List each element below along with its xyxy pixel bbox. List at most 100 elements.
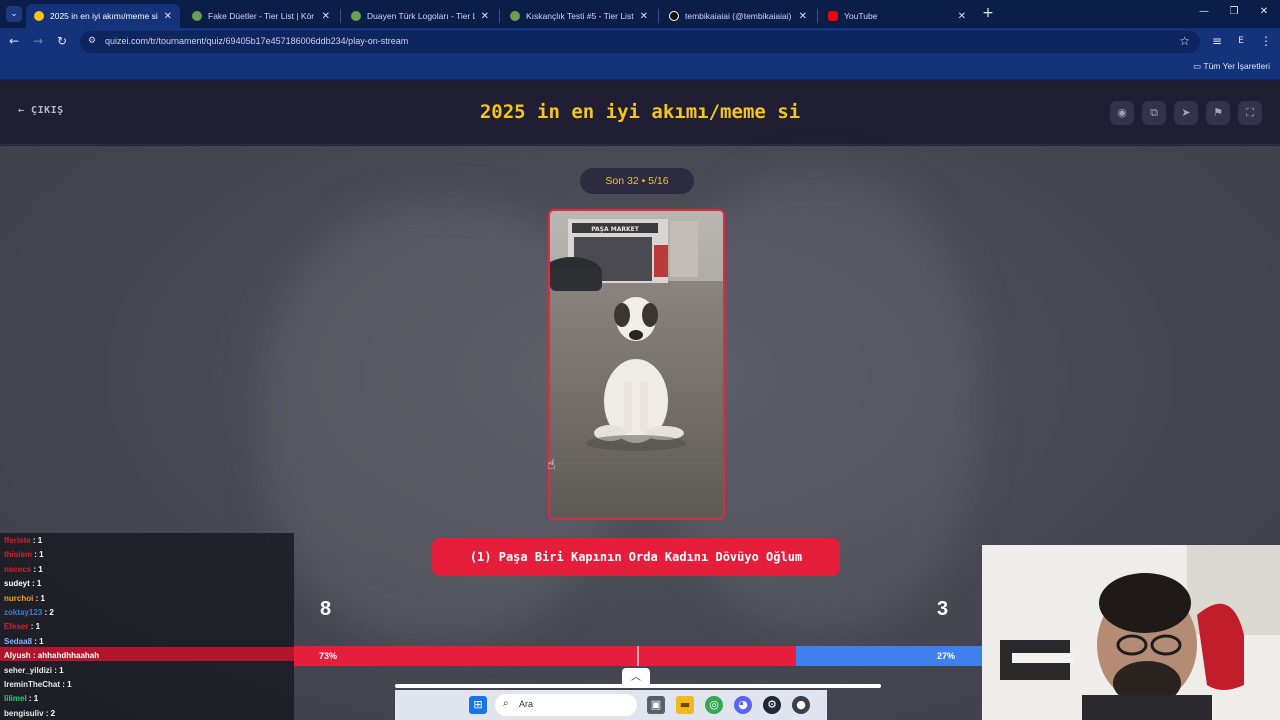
tab-close-icon[interactable]: ✕	[958, 11, 966, 22]
vote-bar-left-fill	[294, 646, 797, 666]
browser-tab-active[interactable]: 2025 in en iyi akımı/meme si - ✕	[26, 4, 180, 28]
address-bar[interactable]: ⚙ quizei.com/tr/tournament/quiz/69405b17…	[80, 31, 1200, 53]
chat-message: nscecs : 1	[4, 565, 43, 574]
forward-icon[interactable]: →	[30, 34, 46, 48]
chat-text: : 1	[33, 593, 45, 603]
tab-search-dropdown-icon[interactable]: ⌄	[6, 6, 22, 22]
page-header: ← ÇIKIŞ 2025 in en iyi akımı/meme si ◉ ⧉…	[0, 81, 1280, 145]
vote-percent-left: 73%	[319, 651, 338, 661]
streamer-webcam-image	[982, 545, 1280, 720]
chat-message: Sedaa8 : 1	[4, 637, 44, 646]
chat-username: Alyush	[4, 651, 31, 661]
vote-bar-midpoint	[637, 646, 639, 666]
eye-icon[interactable]: ◉	[1110, 101, 1134, 125]
chat-message: sudeyt : 1	[4, 579, 41, 588]
file-explorer-icon[interactable]: ▬	[676, 696, 694, 714]
send-icon[interactable]: ➤	[1174, 101, 1198, 125]
chat-username: Sedaa8	[4, 636, 33, 646]
tab-title: YouTube	[844, 11, 878, 21]
profile-avatar[interactable]: E	[1233, 36, 1249, 46]
browser-tab-strip: ⌄ 2025 in en iyi akımı/meme si - ✕ Fake …	[0, 0, 1280, 28]
site-info-icon[interactable]: ⚙	[88, 36, 96, 46]
chat-message: seher_yildizi : 1	[4, 666, 64, 675]
reload-icon[interactable]: ↻	[54, 34, 70, 48]
menu-kebab-icon[interactable]: ⋮	[1258, 34, 1274, 48]
tab-title: Kıskançlık Testi #5 - Tier List, Kö	[526, 11, 634, 21]
minimize-icon[interactable]: —	[1196, 6, 1212, 17]
scroll-indicator	[395, 684, 881, 688]
tab-title: 2025 in en iyi akımı/meme si -	[50, 11, 158, 21]
obs-icon[interactable]: ●	[792, 696, 810, 714]
tab-divider	[499, 9, 500, 23]
all-bookmarks-link[interactable]: ▭ Tüm Yer İşaretleri	[1193, 61, 1270, 72]
chat-text: : 1	[52, 665, 64, 675]
tab-title: tembikaiaiai (@tembikaiaiai) | T	[685, 11, 793, 21]
chat-username: fferiste	[4, 536, 31, 545]
restore-icon[interactable]: ❐	[1226, 6, 1242, 17]
market-sign: PAŞA MARKET	[591, 226, 640, 233]
start-windows-icon[interactable]: ⊞	[469, 696, 487, 714]
chat-text: : 1	[32, 550, 44, 560]
flag-icon[interactable]: ⚑	[1206, 101, 1230, 125]
taskbar-search[interactable]: ⌕ Ara	[495, 694, 637, 716]
tab-close-icon[interactable]: ✕	[322, 11, 330, 22]
chat-message: Efeser : 1	[4, 622, 40, 631]
tab-close-icon[interactable]: ✕	[640, 11, 648, 22]
chat-username: bengisuliv	[4, 708, 44, 718]
dog-photo: PAŞA MARKET	[550, 211, 723, 518]
fullscreen-icon[interactable]: ⛶	[1238, 101, 1262, 125]
page-title: 2025 in en iyi akımı/meme si	[479, 101, 801, 123]
bookmarks-bar: ▭ Tüm Yer İşaretleri	[0, 56, 1280, 80]
url-text[interactable]: quizei.com/tr/tournament/quiz/69405b17e4…	[105, 36, 408, 46]
tab-close-icon[interactable]: ✕	[164, 11, 172, 22]
all-bookmarks-label: Tüm Yer İşaretleri	[1203, 61, 1270, 71]
chat-text: : 1	[29, 579, 42, 589]
browser-tab[interactable]: tembikaiaiai (@tembikaiaiai) | T ✕	[661, 4, 815, 28]
chat-text: : 2	[43, 708, 56, 718]
task-view-icon[interactable]: ▣	[647, 696, 665, 714]
tab-divider	[658, 9, 659, 23]
chat-message: IreminTheChat : 1	[4, 680, 72, 689]
close-window-icon[interactable]: ✕	[1256, 6, 1272, 17]
tab-close-icon[interactable]: ✕	[481, 11, 489, 22]
chat-message: lilimel : 1	[4, 694, 38, 703]
tab-favicon-icon	[192, 11, 202, 21]
round-badge: Son 32 • 5/16	[580, 168, 694, 194]
chrome-icon[interactable]: ◎	[705, 696, 723, 714]
chat-message: nurchoi : 1	[4, 594, 45, 603]
media-controls-icon[interactable]: ≡	[1209, 34, 1225, 48]
taskbar-search-label: Ara	[519, 699, 534, 709]
copy-icon[interactable]: ⧉	[1142, 101, 1166, 125]
bookmark-star-icon[interactable]: ☆	[1179, 34, 1190, 48]
chat-message: fferiste : 1	[4, 536, 42, 545]
tab-close-icon[interactable]: ✕	[799, 11, 807, 22]
chat-username: Efeser	[4, 622, 29, 632]
chat-message: zoktay123 : 2	[4, 608, 54, 617]
tab-title: Duayen Türk Logoları - Tier List	[367, 11, 475, 21]
webcam-overlay	[982, 545, 1280, 720]
choice-card[interactable]: PAŞA MARKET	[548, 209, 725, 520]
discord-icon[interactable]: ◕	[734, 696, 752, 714]
vote-count-right: 3	[937, 598, 949, 620]
tab-favicon-icon	[351, 11, 361, 21]
chat-username: zoktay123	[4, 608, 43, 617]
chat-username: nurchoi	[4, 593, 34, 603]
tiktok-favicon-icon	[669, 11, 679, 21]
new-tab-icon[interactable]: +	[980, 5, 996, 21]
chat-username: IreminTheChat	[4, 680, 61, 689]
choice-title-button[interactable]: (1) Paşa Biri Kapının Orda Kadını Dövüyo…	[432, 538, 840, 576]
stream-chat-overlay: fferiste : 1 thisism : 1 nscecs : 1 sudeyt …	[0, 533, 294, 720]
tab-divider	[340, 9, 341, 23]
browser-tab[interactable]: Fake Düetler - Tier List | Kör Sır ✕	[184, 4, 338, 28]
browser-tab[interactable]: YouTube ✕	[820, 4, 974, 28]
browser-tab[interactable]: Duayen Türk Logoları - Tier List ✕	[343, 4, 497, 28]
chat-text: : 1	[32, 636, 44, 646]
back-icon[interactable]: ←	[6, 34, 22, 48]
browser-tab[interactable]: Kıskançlık Testi #5 - Tier List, Kö ✕	[502, 4, 656, 28]
steam-icon[interactable]: ⚙	[763, 696, 781, 714]
browser-toolbar: ← → ↻ ⚙ quizei.com/tr/tournament/quiz/69…	[0, 28, 1280, 56]
tab-favicon-icon	[34, 11, 44, 21]
vote-percent-right: 27%	[936, 651, 955, 661]
chat-text: : 1	[26, 694, 39, 704]
chat-message: bengisuliv : 2	[4, 709, 55, 718]
